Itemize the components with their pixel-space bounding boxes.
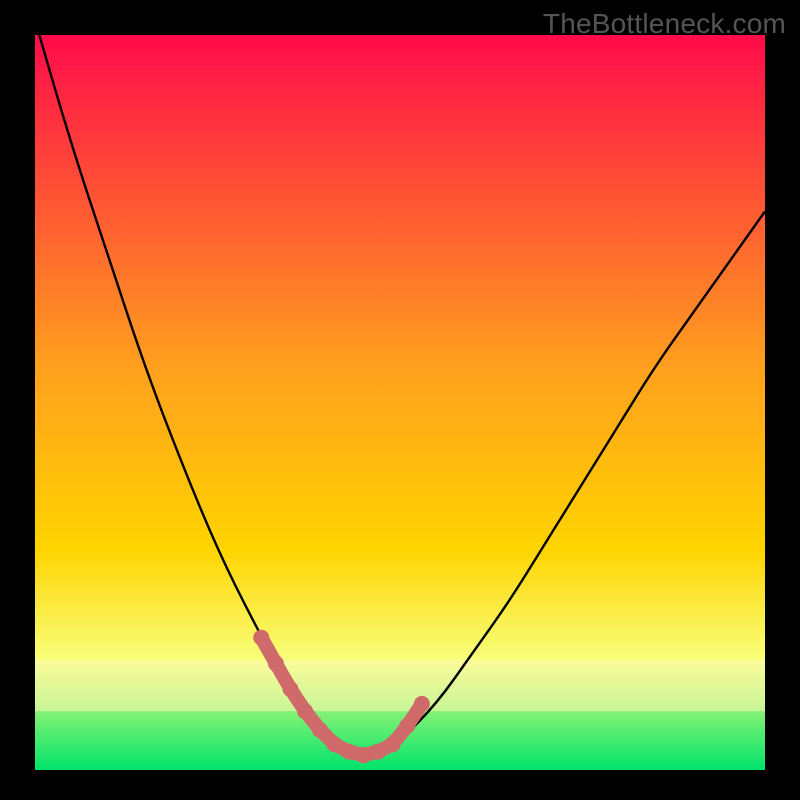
chart-stage: TheBottleneck.com (0, 0, 800, 800)
highlight-dot (253, 630, 269, 646)
highlight-dot (297, 703, 313, 719)
highlight-dot (385, 736, 401, 752)
highlight-dot (326, 736, 342, 752)
bottleneck-plot (0, 0, 800, 800)
highlight-dot (341, 744, 357, 760)
highlight-dot (399, 718, 415, 734)
highlight-dot (356, 747, 372, 763)
highlight-dot (414, 696, 430, 712)
highlight-dot (370, 744, 386, 760)
highlight-band (35, 660, 765, 711)
watermark-text: TheBottleneck.com (543, 8, 786, 40)
highlight-dot (268, 655, 284, 671)
highlight-dot (283, 681, 299, 697)
highlight-dot (312, 722, 328, 738)
